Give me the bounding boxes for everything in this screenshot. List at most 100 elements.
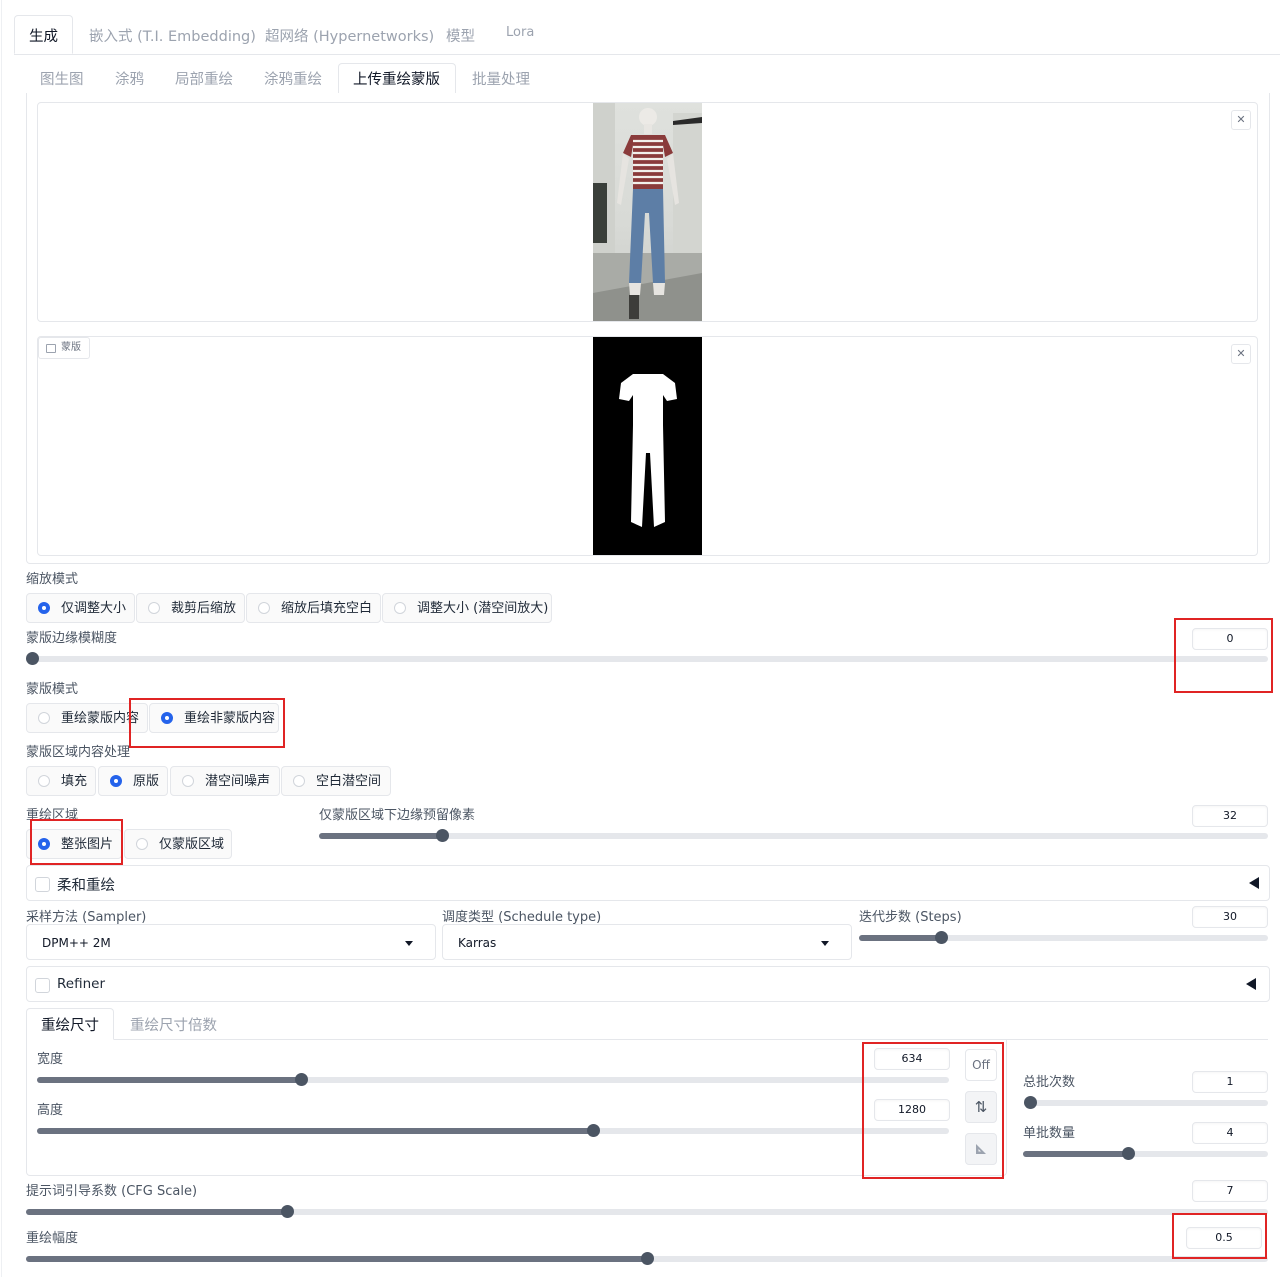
size-panel — [26, 1039, 1007, 1176]
tab-inpaint-sketch[interactable]: 涂鸦重绘 — [264, 68, 322, 89]
height-label: 高度 — [37, 1103, 64, 1118]
masked-content-latent-nothing[interactable]: 空白潜空间 — [281, 766, 391, 796]
refiner-accordion[interactable]: Refiner — [26, 966, 1270, 1002]
resize-option-just-resize[interactable]: 仅调整大小 — [26, 593, 135, 623]
radio-dot — [38, 712, 50, 724]
masked-content-fill[interactable]: 填充 — [26, 766, 96, 796]
batch-count-label: 总批次数 — [1023, 1075, 1076, 1090]
resize-option-label: 调整大小 (潜空间放大) — [417, 601, 549, 616]
clear-source-image-button[interactable]: ✕ — [1231, 110, 1251, 130]
slider-thumb[interactable] — [1024, 1096, 1037, 1109]
masked-content-label: 蒙版区域内容处理 — [26, 745, 131, 760]
masked-content-option-label: 原版 — [133, 774, 160, 789]
batch-size-slider[interactable] — [1023, 1147, 1268, 1160]
radio-dot — [110, 775, 122, 787]
tab-generate-label: 生成 — [29, 29, 58, 45]
resize-option-label: 缩放后填充空白 — [281, 601, 373, 616]
only-masked-padding-slider[interactable] — [319, 829, 1268, 842]
tab-img2img[interactable]: 图生图 — [40, 68, 84, 89]
batch-count-input[interactable]: 1 — [1192, 1071, 1268, 1093]
tab-inpaint-upload[interactable]: 上传重绘蒙版 — [338, 63, 456, 94]
slider-thumb[interactable] — [280, 1205, 294, 1218]
tab-inpaint[interactable]: 局部重绘 — [175, 68, 233, 89]
tab-resize-to[interactable]: 重绘尺寸 — [26, 1008, 114, 1040]
denoising-slider[interactable] — [26, 1252, 1268, 1265]
slider-fill — [37, 1128, 594, 1134]
source-image — [593, 103, 702, 321]
annotation-box-mask-blur — [1174, 618, 1273, 693]
slider-fill — [26, 1256, 647, 1262]
radio-dot — [38, 775, 50, 787]
annotation-box-denoising — [1172, 1213, 1267, 1259]
batch-size-input[interactable]: 4 — [1192, 1122, 1268, 1144]
mask-mode-option-label: 重绘蒙版内容 — [61, 711, 140, 726]
radio-dot — [182, 775, 194, 787]
schedule-value: Karras — [458, 936, 497, 950]
radio-dot — [38, 602, 50, 614]
tab-embedding[interactable]: 嵌入式 (T.I. Embedding) — [89, 25, 256, 46]
source-image-panel[interactable]: ✕ — [37, 102, 1258, 322]
tab-resize-by[interactable]: 重绘尺寸倍数 — [130, 1014, 217, 1035]
tab-hypernetworks[interactable]: 超网络 (Hypernetworks) — [265, 25, 434, 46]
masked-content-original[interactable]: 原版 — [98, 766, 168, 796]
tab-sketch[interactable]: 涂鸦 — [115, 68, 144, 89]
inpaint-area-only-masked[interactable]: 仅蒙版区域 — [124, 829, 232, 859]
slider-thumb[interactable] — [934, 931, 948, 944]
resize-option-crop[interactable]: 裁剪后缩放 — [136, 593, 245, 623]
radio-dot — [258, 602, 270, 614]
height-slider[interactable] — [37, 1124, 949, 1137]
width-label: 宽度 — [37, 1052, 64, 1067]
masked-content-option-label: 潜空间噪声 — [205, 774, 271, 789]
width-slider[interactable] — [37, 1073, 949, 1086]
soft-inpainting-accordion[interactable]: 柔和重绘 — [26, 865, 1270, 901]
tab-resize-to-label: 重绘尺寸 — [41, 1018, 99, 1034]
cfg-scale-label: 提示词引导系数 (CFG Scale) — [26, 1184, 198, 1199]
cfg-scale-slider[interactable] — [26, 1205, 1268, 1218]
schedule-dropdown[interactable]: Karras — [442, 924, 852, 960]
tab-batch[interactable]: 批量处理 — [472, 68, 530, 89]
tab-models[interactable]: 模型 — [446, 25, 475, 46]
slider-fill — [859, 935, 941, 941]
masked-content-latent-noise[interactable]: 潜空间噪声 — [170, 766, 280, 796]
resize-option-fill[interactable]: 缩放后填充空白 — [246, 593, 381, 623]
chevron-down-icon — [821, 941, 829, 946]
batch-count-slider[interactable] — [1024, 1096, 1268, 1109]
image-icon — [46, 344, 56, 353]
cfg-scale-input[interactable]: 7 — [1192, 1180, 1268, 1202]
slider-thumb[interactable] — [26, 652, 39, 665]
radio-dot — [394, 602, 406, 614]
only-masked-padding-label: 仅蒙版区域下边缘预留像素 — [319, 808, 476, 823]
mask-image-panel[interactable]: 蒙版 ✕ — [37, 336, 1258, 556]
refiner-label: Refiner — [57, 976, 105, 992]
clear-mask-image-button[interactable]: ✕ — [1231, 344, 1251, 364]
tab-generate[interactable]: 生成 — [14, 15, 73, 54]
mask-blur-slider[interactable] — [26, 652, 1268, 665]
slider-thumb[interactable] — [1122, 1147, 1136, 1160]
slider-thumb[interactable] — [641, 1252, 654, 1265]
steps-slider[interactable] — [859, 931, 1268, 944]
mannequin-photo — [593, 103, 702, 321]
sampler-value: DPM++ 2M — [42, 936, 111, 950]
resize-option-label: 裁剪后缩放 — [171, 601, 237, 616]
collapse-arrow-icon[interactable] — [1246, 978, 1256, 990]
mask-silhouette — [619, 374, 677, 527]
soft-inpainting-checkbox[interactable] — [35, 877, 50, 892]
masked-content-option-label: 填充 — [61, 774, 88, 789]
primary-tab-bar: 生成 嵌入式 (T.I. Embedding) 超网络 (Hypernetwor… — [14, 15, 1280, 55]
masked-content-option-label: 空白潜空间 — [316, 774, 382, 789]
mask-label: 蒙版 — [61, 342, 81, 353]
refiner-checkbox[interactable] — [35, 978, 50, 993]
resize-option-latent[interactable]: 调整大小 (潜空间放大) — [382, 593, 552, 623]
steps-input[interactable]: 30 — [1192, 906, 1268, 928]
annotation-box-inpaint-area — [30, 819, 123, 865]
collapse-arrow-icon[interactable] — [1249, 877, 1259, 889]
schedule-label: 调度类型 (Schedule type) — [442, 910, 602, 925]
radio-dot — [148, 602, 160, 614]
only-masked-padding-input[interactable]: 32 — [1192, 805, 1268, 827]
slider-fill — [26, 1209, 287, 1215]
slider-thumb[interactable] — [436, 829, 450, 842]
tab-lora[interactable]: Lora — [506, 25, 534, 40]
sampler-dropdown[interactable]: DPM++ 2M — [26, 924, 436, 960]
mask-image — [593, 337, 702, 555]
resize-mode-label: 缩放模式 — [26, 572, 79, 587]
